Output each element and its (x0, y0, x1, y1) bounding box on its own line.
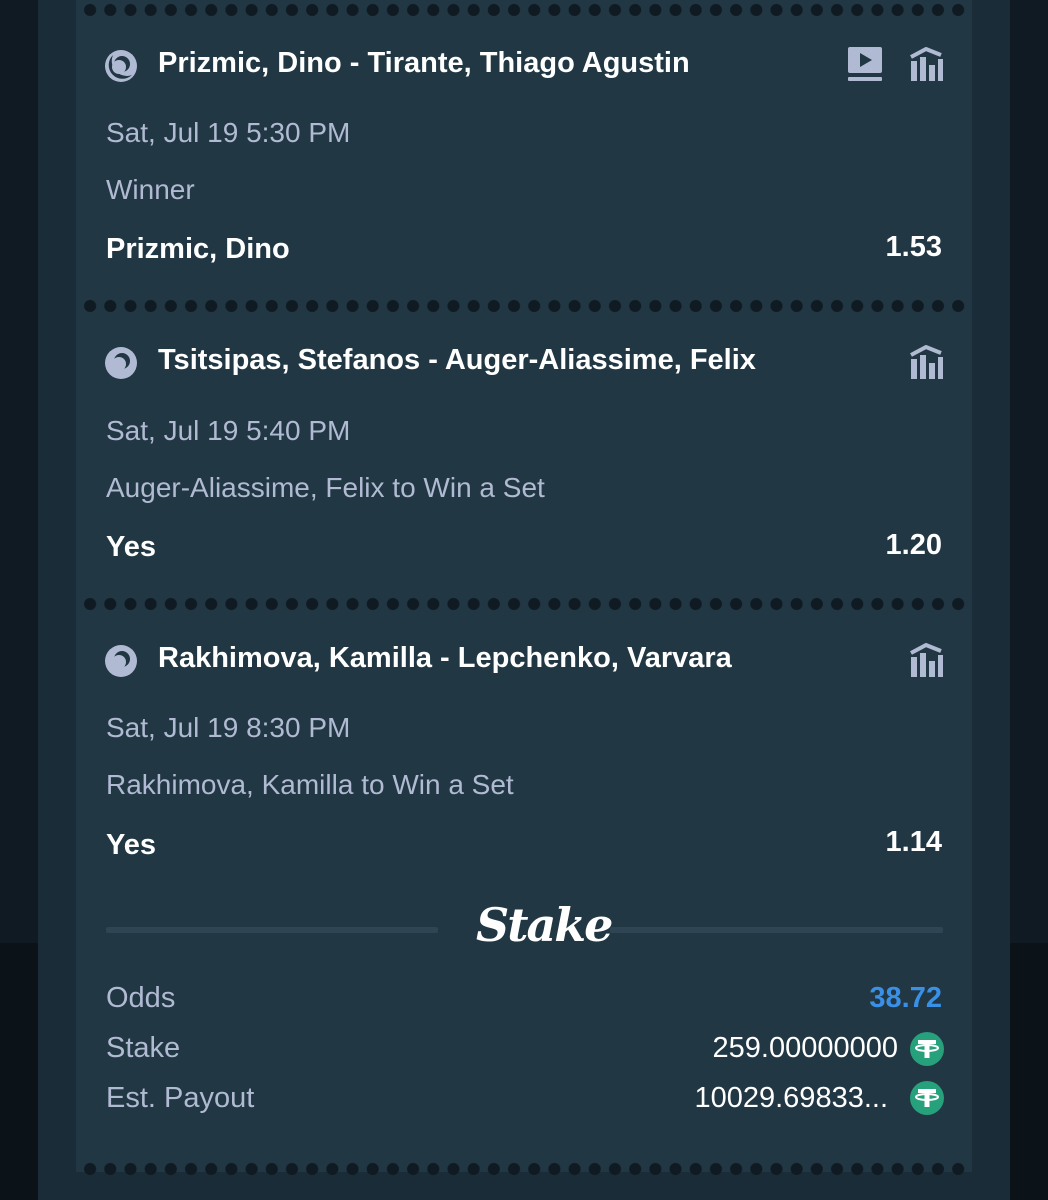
ticket-perforation (80, 597, 968, 611)
market-name: Rakhimova, Kamilla to Win a Set (106, 769, 514, 800)
ticket-perforation (80, 3, 968, 17)
selection-odds: 1.20 (885, 529, 942, 561)
match-date: Sat, Jul 19 8:30 PM (106, 712, 351, 743)
total-odds-value: 38.72 (869, 982, 942, 1014)
est-payout-amount: 10029.69833... (694, 1082, 888, 1114)
tether-usdt-icon (910, 1032, 944, 1066)
tennis-ball-icon (105, 50, 137, 82)
divider-line-left (106, 927, 438, 933)
selection-name: Yes (106, 531, 156, 563)
stake-logo: Stake (476, 898, 613, 952)
odds-label: Odds (106, 982, 176, 1014)
stats-icon[interactable] (908, 345, 944, 381)
live-stream-icon[interactable] (846, 46, 884, 82)
tennis-ball-icon (105, 645, 137, 677)
match-date: Sat, Jul 19 5:30 PM (106, 117, 351, 148)
match-title[interactable]: Rakhimova, Kamilla - Lepchenko, Varvara (158, 642, 732, 675)
ticket-perforation (80, 299, 968, 313)
est-payout-label: Est. Payout (106, 1082, 255, 1114)
stake-label: Stake (106, 1032, 181, 1064)
stake-amount: 259.00000000 (712, 1032, 898, 1064)
ticket-perforation (80, 1162, 968, 1176)
stats-icon[interactable] (908, 643, 944, 679)
selection-odds: 1.14 (885, 826, 942, 858)
match-title[interactable]: Tsitsipas, Stefanos - Auger-Aliassime, F… (158, 344, 756, 377)
market-name: Auger-Aliassime, Felix to Win a Set (106, 472, 545, 503)
tether-usdt-icon (910, 1081, 944, 1115)
tennis-ball-icon (105, 347, 137, 379)
selection-odds: 1.53 (885, 231, 942, 263)
market-name: Winner (106, 174, 195, 205)
selection-name: Prizmic, Dino (106, 233, 290, 265)
stats-icon[interactable] (908, 47, 944, 83)
bet-ticket (76, 0, 972, 1172)
match-title[interactable]: Prizmic, Dino - Tirante, Thiago Agustin (158, 47, 690, 80)
divider-line-right (610, 927, 943, 933)
match-date: Sat, Jul 19 5:40 PM (106, 415, 351, 446)
selection-name: Yes (106, 829, 156, 861)
